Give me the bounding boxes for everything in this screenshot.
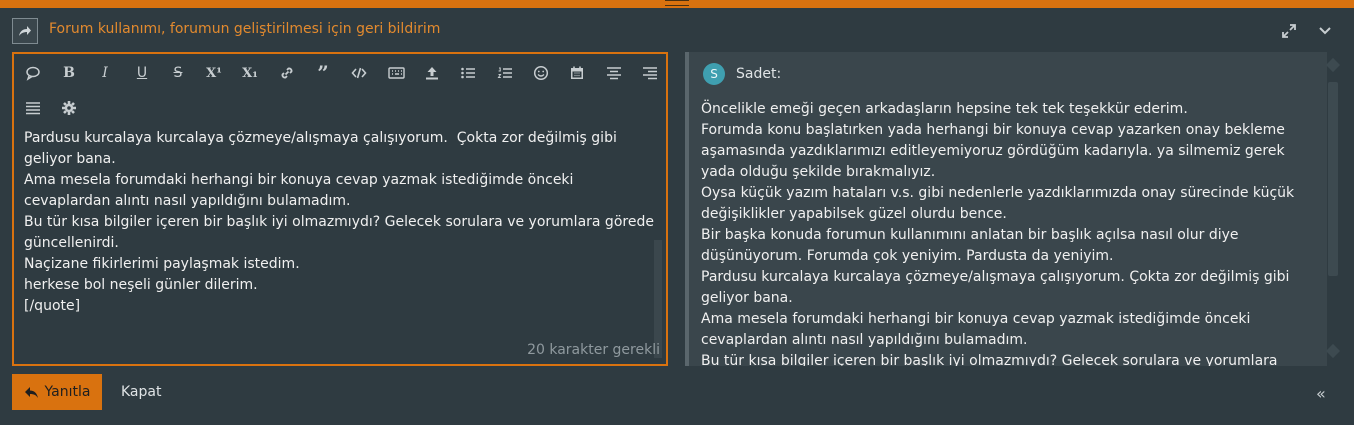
expand-icon	[1282, 24, 1296, 38]
resize-grip-icon[interactable]	[665, 0, 689, 6]
character-counter: 20 karakter gerekli	[527, 342, 660, 358]
italic-icon[interactable]: I	[94, 62, 116, 84]
reply-textarea[interactable]: Pardusu kurcalaya kurcalaya çözmeye/alış…	[24, 128, 654, 358]
quote-author: Sadet:	[736, 66, 782, 82]
align-justify-icon[interactable]	[22, 97, 44, 119]
scroll-down-icon[interactable]	[1325, 343, 1341, 359]
avatar[interactable]: S	[703, 63, 725, 85]
reply-action-button[interactable]	[12, 18, 38, 44]
topic-title[interactable]: Forum kullanımı, forumun geliştirilmesi …	[49, 21, 440, 37]
preview-scrollbar[interactable]	[1328, 82, 1338, 276]
gear-icon[interactable]	[58, 97, 80, 119]
bold-icon[interactable]: B	[58, 62, 80, 84]
close-button[interactable]: Kapat	[121, 384, 161, 400]
emoji-icon[interactable]	[530, 62, 552, 84]
align-right-icon[interactable]	[639, 62, 661, 84]
underline-icon[interactable]: U	[131, 62, 153, 84]
reply-button[interactable]: Yanıtla	[12, 374, 102, 410]
speech-bubble-icon[interactable]	[22, 62, 44, 84]
minimize-button[interactable]	[1316, 22, 1334, 40]
composer-header: Forum kullanımı, forumun geliştirilmesi …	[0, 8, 1354, 52]
numbered-list-icon[interactable]	[494, 62, 516, 84]
composer-resize-bar[interactable]	[0, 0, 1354, 8]
calendar-icon[interactable]	[566, 62, 588, 84]
preview-panel: S Sadet: Öncelikle emeği geçen arkadaşla…	[685, 52, 1327, 366]
strikethrough-icon[interactable]: S	[167, 62, 189, 84]
collapse-preview-icon[interactable]: «	[1316, 384, 1326, 403]
reply-icon	[24, 386, 38, 398]
scroll-up-icon[interactable]	[1325, 57, 1341, 73]
upload-icon[interactable]	[421, 62, 443, 84]
fullscreen-button[interactable]	[1280, 22, 1298, 40]
link-icon[interactable]	[276, 62, 298, 84]
reply-button-label: Yanıtla	[44, 384, 91, 400]
superscript-icon[interactable]: X¹	[203, 62, 225, 84]
subscript-icon[interactable]: X₁	[239, 62, 261, 84]
quote-body: Öncelikle emeği geçen arkadaşların hepsi…	[701, 101, 1295, 366]
bullet-list-icon[interactable]	[457, 62, 479, 84]
editor-scrollbar-thumb[interactable]	[654, 240, 662, 358]
quote-icon[interactable]: ”	[312, 61, 334, 85]
editor-panel: B I U S X¹ X₁ ” Pardusu kurcalaya kurcal…	[12, 52, 668, 366]
share-arrow-icon	[19, 26, 31, 36]
code-icon[interactable]	[348, 62, 370, 84]
align-center-icon[interactable]	[603, 62, 625, 84]
keyboard-icon[interactable]	[385, 62, 407, 84]
chevron-down-icon	[1319, 27, 1331, 35]
editor-toolbar: B I U S X¹ X₁ ”	[14, 54, 666, 126]
